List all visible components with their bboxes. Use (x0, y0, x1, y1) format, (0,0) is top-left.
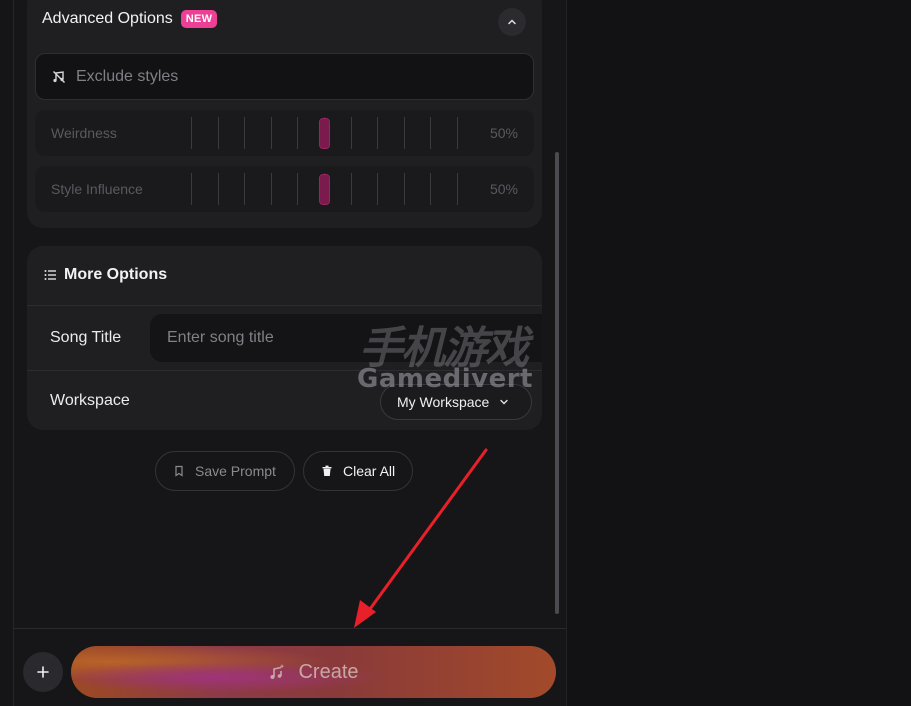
divider (27, 305, 542, 306)
slider-tick (430, 173, 432, 205)
new-badge: NEW (180, 10, 218, 28)
style-influence-slider[interactable] (191, 173, 461, 205)
chevron-up-icon (508, 19, 516, 25)
slider-tick (377, 117, 379, 149)
workspace-select[interactable]: My Workspace (380, 384, 532, 420)
divider (27, 370, 542, 371)
list-icon (44, 270, 56, 280)
save-prompt-label: Save Prompt (195, 463, 276, 479)
slider-tick (297, 117, 299, 149)
advanced-options-header[interactable]: Advanced Options NEW (42, 10, 218, 28)
slider-tick (457, 173, 458, 205)
left-sidebar-edge (0, 0, 14, 706)
right-content-area (566, 0, 911, 706)
slider-tick (244, 173, 246, 205)
bookmark-icon (175, 465, 183, 477)
slider-tick (191, 173, 192, 205)
exclude-styles-input[interactable]: Exclude styles (35, 53, 534, 100)
panel-scrollbar[interactable] (553, 152, 561, 618)
collapse-advanced-button[interactable] (498, 8, 526, 36)
music-sparkle-icon (270, 664, 285, 679)
advanced-options-title: Advanced Options (42, 10, 173, 27)
style-influence-value: 50% (489, 181, 518, 197)
slider-tick (403, 117, 405, 149)
advanced-options-card: Advanced Options NEW Exclude styles Weir… (27, 0, 542, 228)
weirdness-slider[interactable] (191, 117, 461, 149)
slider-thumb[interactable] (319, 118, 330, 149)
add-button[interactable] (23, 652, 63, 692)
slider-tick (217, 173, 219, 205)
workspace-label: Workspace (50, 392, 130, 409)
exclude-styles-placeholder: Exclude styles (76, 67, 179, 85)
workspace-value: My Workspace (397, 394, 490, 410)
trash-icon (322, 465, 332, 476)
slider-tick (457, 117, 458, 149)
weirdness-slider-row: Weirdness 50% (35, 110, 534, 156)
create-label: Create (298, 660, 359, 683)
slider-tick (350, 117, 352, 149)
slider-tick (270, 173, 272, 205)
chevron-down-icon (500, 399, 509, 405)
more-options-header[interactable]: More Options (44, 266, 167, 284)
song-title-input[interactable]: Enter song title (150, 314, 542, 362)
slider-tick (377, 173, 379, 205)
slider-tick (191, 117, 192, 149)
save-prompt-button[interactable]: Save Prompt (155, 451, 295, 491)
more-options-title: More Options (64, 266, 168, 283)
slider-thumb[interactable] (319, 174, 330, 205)
slider-tick (297, 173, 299, 205)
song-title-label: Song Title (50, 329, 122, 346)
style-influence-label: Style Influence (51, 181, 143, 197)
slider-tick (403, 173, 405, 205)
more-options-card: More Options Song Title Enter song title… (27, 246, 542, 430)
slider-tick (244, 117, 246, 149)
annotation-arrow-icon (354, 448, 488, 628)
slider-tick (430, 117, 432, 149)
plus-icon (37, 666, 49, 678)
weirdness-label: Weirdness (51, 125, 117, 141)
slider-tick (350, 173, 352, 205)
create-button[interactable]: Create (71, 646, 556, 698)
style-influence-slider-row: Style Influence 50% (35, 166, 534, 212)
slider-tick (270, 117, 272, 149)
music-slash-icon (53, 70, 65, 83)
slider-tick (217, 117, 219, 149)
weirdness-value: 50% (489, 125, 518, 141)
scrollbar-thumb[interactable] (555, 152, 559, 614)
song-title-placeholder: Enter song title (167, 329, 274, 346)
